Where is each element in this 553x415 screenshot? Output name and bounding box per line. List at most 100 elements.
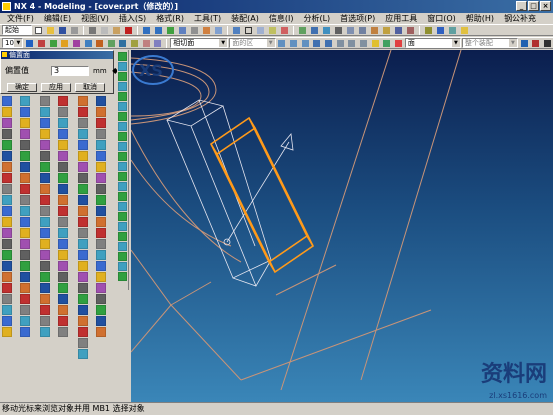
tool-icon[interactable] bbox=[96, 327, 106, 337]
tool-icon[interactable] bbox=[78, 250, 88, 260]
tool-icon[interactable] bbox=[2, 272, 12, 282]
tool-icon[interactable] bbox=[58, 118, 68, 128]
boss-icon[interactable] bbox=[345, 25, 356, 35]
tool-icon[interactable] bbox=[20, 217, 30, 227]
tool-icon[interactable] bbox=[2, 173, 12, 183]
deselect-icon[interactable] bbox=[48, 38, 59, 48]
delete-icon[interactable] bbox=[123, 25, 134, 35]
tool-icon[interactable] bbox=[40, 283, 50, 293]
tool-icon[interactable] bbox=[2, 195, 12, 205]
menu-view[interactable]: 视图(V) bbox=[76, 13, 114, 24]
tool-icon[interactable] bbox=[78, 305, 88, 315]
tool-icon[interactable] bbox=[2, 305, 12, 315]
body-icon[interactable] bbox=[118, 38, 129, 48]
axis-icon[interactable] bbox=[94, 38, 105, 48]
tool-icon[interactable] bbox=[96, 184, 106, 194]
tool-icon[interactable] bbox=[2, 184, 12, 194]
plane-icon[interactable] bbox=[83, 38, 94, 48]
tool-icon[interactable] bbox=[40, 184, 50, 194]
hidden-edges-icon[interactable] bbox=[255, 25, 266, 35]
tool-icon[interactable] bbox=[2, 228, 12, 238]
tool-icon[interactable] bbox=[118, 262, 127, 271]
tool-icon[interactable] bbox=[2, 129, 12, 139]
tool-icon[interactable] bbox=[2, 151, 12, 161]
menu-application-tools[interactable]: 应用工具 bbox=[380, 13, 422, 24]
tool-icon[interactable] bbox=[96, 151, 106, 161]
tool-icon[interactable] bbox=[2, 283, 12, 293]
tool-icon[interactable] bbox=[78, 151, 88, 161]
tool-icon[interactable] bbox=[40, 206, 50, 216]
tool-icon[interactable] bbox=[118, 62, 127, 71]
tool-icon[interactable] bbox=[118, 112, 127, 121]
tool-icon[interactable] bbox=[118, 52, 127, 61]
pan-icon[interactable] bbox=[213, 25, 224, 35]
shaded-icon[interactable] bbox=[231, 25, 242, 35]
tool-icon[interactable] bbox=[58, 305, 68, 315]
snap-icon[interactable] bbox=[279, 25, 290, 35]
zoom-select[interactable]: 100 ▼ bbox=[2, 38, 24, 48]
tool-icon[interactable] bbox=[40, 129, 50, 139]
quick-pick-icon[interactable] bbox=[531, 38, 542, 48]
tool-icon[interactable] bbox=[78, 239, 88, 249]
zoom-icon[interactable] bbox=[189, 25, 200, 35]
view-top-icon[interactable] bbox=[288, 38, 299, 48]
tool-icon[interactable] bbox=[20, 283, 30, 293]
tool-icon[interactable] bbox=[96, 294, 106, 304]
revolve-icon[interactable] bbox=[321, 25, 332, 35]
tool-icon[interactable] bbox=[40, 107, 50, 117]
tool-icon[interactable] bbox=[78, 129, 88, 139]
tool-icon[interactable] bbox=[20, 96, 30, 106]
edge-icon[interactable] bbox=[153, 38, 164, 48]
tool-icon[interactable] bbox=[40, 96, 50, 106]
layer-icon[interactable] bbox=[267, 25, 278, 35]
tool-icon[interactable] bbox=[2, 261, 12, 271]
graphics-viewport[interactable]: XS 资料网 zl.xs1616.com bbox=[131, 50, 553, 402]
tool-icon[interactable] bbox=[58, 239, 68, 249]
tool-icon[interactable] bbox=[118, 102, 127, 111]
tool-icon[interactable] bbox=[96, 316, 106, 326]
tool-icon[interactable] bbox=[40, 327, 50, 337]
tool-icon[interactable] bbox=[2, 206, 12, 216]
tool-icon[interactable] bbox=[118, 202, 127, 211]
chamfer-icon[interactable] bbox=[381, 25, 392, 35]
tool-icon[interactable] bbox=[20, 250, 30, 260]
tool-icon[interactable] bbox=[40, 217, 50, 227]
tool-icon[interactable] bbox=[96, 250, 106, 260]
rotate-icon[interactable] bbox=[201, 25, 212, 35]
tool-icon[interactable] bbox=[78, 162, 88, 172]
tool-icon[interactable] bbox=[118, 242, 127, 251]
tool-icon[interactable] bbox=[78, 206, 88, 216]
tool-icon[interactable] bbox=[78, 107, 88, 117]
tool-icon[interactable] bbox=[78, 294, 88, 304]
view-iso-icon[interactable] bbox=[312, 38, 323, 48]
tool-icon[interactable] bbox=[40, 162, 50, 172]
tool-icon[interactable] bbox=[78, 118, 88, 128]
tool-icon[interactable] bbox=[78, 96, 88, 106]
refresh-icon[interactable] bbox=[165, 25, 176, 35]
tool-icon[interactable] bbox=[40, 305, 50, 315]
tool-icon[interactable] bbox=[2, 294, 12, 304]
tool-icon[interactable] bbox=[20, 206, 30, 216]
tool-icon[interactable] bbox=[78, 327, 88, 337]
tool-icon[interactable] bbox=[20, 151, 30, 161]
tool-icon[interactable] bbox=[58, 151, 68, 161]
tool-icon[interactable] bbox=[40, 173, 50, 183]
fit-view-icon[interactable] bbox=[177, 25, 188, 35]
blend-icon[interactable] bbox=[369, 25, 380, 35]
tool-icon[interactable] bbox=[96, 96, 106, 106]
sketch-icon[interactable] bbox=[297, 25, 308, 35]
tool-icon[interactable] bbox=[78, 217, 88, 227]
tool-icon[interactable] bbox=[40, 261, 50, 271]
view-restore-icon[interactable] bbox=[370, 38, 381, 48]
tool-icon[interactable] bbox=[118, 132, 127, 141]
tool-icon[interactable] bbox=[96, 195, 106, 205]
tool-icon[interactable] bbox=[118, 72, 127, 81]
tool-icon[interactable] bbox=[20, 195, 30, 205]
component-icon[interactable] bbox=[141, 38, 152, 48]
tool-icon[interactable] bbox=[20, 173, 30, 183]
view-bottom-icon[interactable] bbox=[347, 38, 358, 48]
tool-icon[interactable] bbox=[118, 222, 127, 231]
print-icon[interactable] bbox=[69, 25, 80, 35]
menu-help[interactable]: 帮助(H) bbox=[461, 13, 499, 24]
curve-icon[interactable] bbox=[71, 38, 82, 48]
